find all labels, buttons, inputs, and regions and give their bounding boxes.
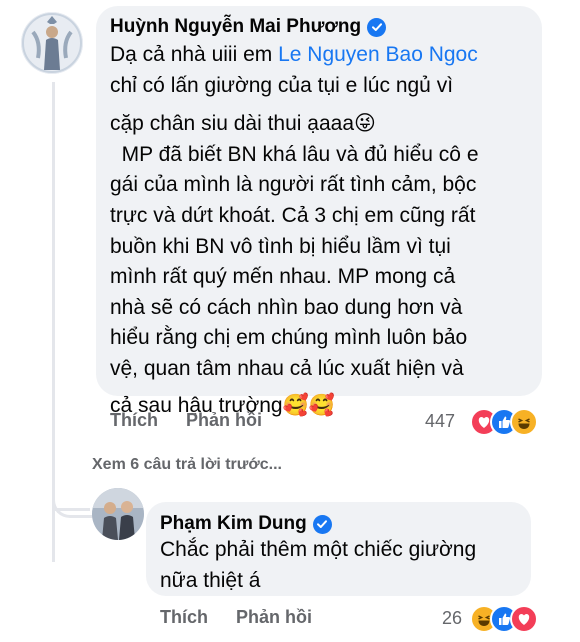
like-button[interactable]: Thích: [160, 607, 208, 628]
avatar-image: [21, 12, 83, 74]
love-reaction-icon: [510, 605, 538, 633]
comment-line: nhà sẽ có cách nhìn bao dung hơn và: [110, 295, 463, 319]
comment-line: vệ, quan tâm nhau cả lúc xuất hiện và: [110, 356, 464, 380]
reactions-1[interactable]: [470, 408, 550, 436]
avatar-mai-phuong[interactable]: [21, 12, 83, 74]
comment-author-2[interactable]: Phạm Kim Dung: [160, 513, 332, 535]
comment-text-segment: Dạ cả nhà uiii em: [110, 43, 279, 66]
reactions-2[interactable]: [470, 605, 550, 633]
haha-reaction-icon: [510, 408, 538, 436]
view-previous-replies-link[interactable]: Xem 6 câu trả lời trước...: [92, 456, 282, 474]
avatar-kim-dung[interactable]: [92, 488, 144, 540]
author-name[interactable]: Huỳnh Nguyễn Mai Phương: [110, 16, 361, 38]
comment-line: MP đã biết BN khá lâu và đủ hiểu cô e: [110, 142, 479, 166]
comment-line: chỉ có lấn giường của tụi e lúc ngủ vì: [110, 73, 454, 97]
like-button[interactable]: Thích: [110, 410, 158, 431]
comment-text-2: Chắc phải thêm một chiếc giường nữa thiệ…: [160, 535, 530, 596]
comment-line: cặp chân siu dài thui ạaaa😜: [110, 112, 376, 136]
reaction-count[interactable]: 26: [442, 608, 462, 629]
comment-actions-1: Thích Phản hồi: [110, 410, 262, 431]
reply-button[interactable]: Phản hồi: [186, 410, 262, 431]
comment-text-1: Dạ cả nhà uiii em Le Nguyen Bao Ngoc chỉ…: [110, 40, 540, 421]
verified-badge-icon: [367, 17, 387, 37]
comment-line: gái của mình là người rất tình cảm, bộc: [110, 173, 477, 197]
mention-link[interactable]: Le Nguyen Bao Ngoc: [278, 43, 478, 66]
reaction-count[interactable]: 447: [425, 411, 455, 432]
comment-line: nữa thiệt á: [160, 568, 261, 592]
comment-actions-2: Thích Phản hồi: [160, 607, 312, 628]
comment-line: Dạ cả nhà uiii em Le Nguyen Bao Ngoc: [110, 40, 540, 71]
comment-author-1[interactable]: Huỳnh Nguyễn Mai Phương: [110, 16, 387, 38]
comment-line: Chắc phải thêm một chiếc giường: [160, 538, 477, 561]
reply-button[interactable]: Phản hồi: [236, 607, 312, 628]
comment-line: hiểu rằng chị em chúng mình luôn bảo: [110, 326, 468, 350]
comment-line: mình rất quý mến nhau. MP mong cả: [110, 265, 456, 289]
avatar-image: [92, 488, 144, 540]
comment-line: trực và dứt khoát. Cả 3 chị em cũng rất: [110, 203, 476, 227]
thread-line-reply-branch: [52, 508, 90, 511]
comment-line: buồn khi BN vô tình bị hiểu lầm vì tụi: [110, 234, 451, 258]
author-name[interactable]: Phạm Kim Dung: [160, 513, 307, 535]
verified-badge-icon: [312, 514, 332, 534]
